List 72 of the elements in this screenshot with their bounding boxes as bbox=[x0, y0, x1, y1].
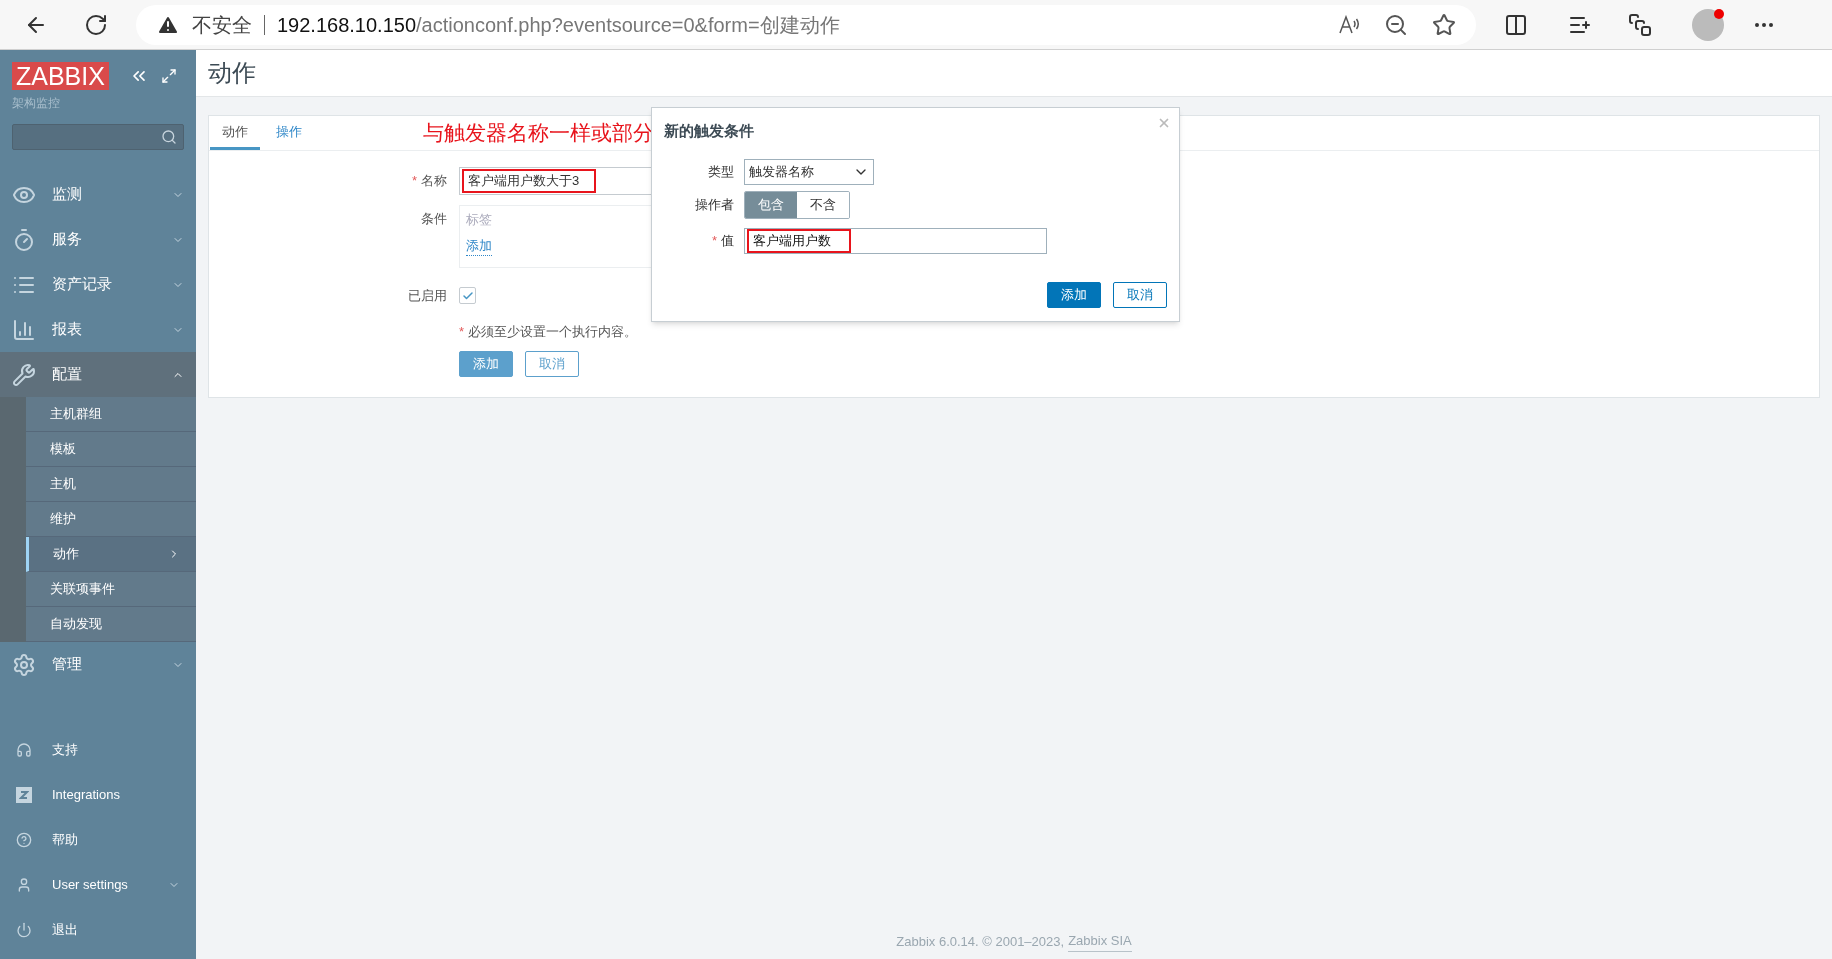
footer-link[interactable]: Zabbix SIA bbox=[1068, 931, 1132, 952]
menu-item[interactable]: User settings bbox=[0, 862, 196, 907]
annotation-text: 与触发器名称一样或部分 bbox=[423, 120, 654, 147]
z-icon bbox=[16, 786, 32, 803]
subtitle: 架构监控 bbox=[11, 95, 61, 112]
headset-icon bbox=[16, 741, 32, 758]
menu-item[interactable]: 监测 bbox=[0, 172, 196, 217]
power-icon bbox=[16, 921, 32, 938]
required-mark: * bbox=[711, 232, 717, 248]
menu-item[interactable]: 管理 bbox=[0, 642, 196, 687]
cancel-button[interactable]: 取消 bbox=[1113, 281, 1167, 308]
reload-icon[interactable] bbox=[84, 12, 108, 37]
dialog-title: 新的触发条件 bbox=[664, 121, 754, 141]
field-label-text: 名称 bbox=[421, 173, 447, 189]
profile-avatar[interactable] bbox=[1692, 8, 1724, 41]
operator-option[interactable]: 包含 bbox=[745, 191, 797, 218]
address-bar[interactable]: 不安全 192.168.10.150/actionconf.php?eventsource=0&form=创建动作 bbox=[136, 4, 1476, 45]
star-add-icon[interactable] bbox=[1432, 12, 1456, 37]
required-mark: * bbox=[459, 323, 465, 339]
search-icon[interactable] bbox=[161, 129, 177, 145]
wrench-icon bbox=[12, 362, 36, 387]
type-dropdown[interactable]: 触发器名称 bbox=[744, 158, 874, 185]
field-label: 已启用 bbox=[407, 287, 448, 305]
menu-item[interactable]: 服务 bbox=[0, 217, 196, 262]
field-label: 条件 bbox=[420, 210, 448, 228]
submenu-item[interactable]: 动作 bbox=[26, 537, 196, 572]
tab[interactable]: 操作 bbox=[264, 116, 314, 150]
add-button[interactable]: 添加 bbox=[459, 351, 513, 377]
logo[interactable]: ZABBIX bbox=[12, 62, 109, 90]
menu-item[interactable]: 支持 bbox=[0, 727, 196, 772]
split-screen-icon[interactable] bbox=[1504, 12, 1528, 37]
question-icon bbox=[16, 831, 32, 848]
submenu-item[interactable]: 关联项事件 bbox=[26, 572, 196, 607]
tab[interactable]: 动作 bbox=[210, 116, 260, 150]
cancel-button[interactable]: 取消 bbox=[525, 351, 579, 377]
menu-item[interactable]: 资产记录 bbox=[0, 262, 196, 307]
value-text: 客户端用户数 bbox=[747, 228, 851, 253]
submenu-item[interactable]: 模板 bbox=[26, 432, 196, 467]
column-header: 标签 bbox=[466, 211, 493, 229]
note-text: 必须至少设置一个执行内容。 bbox=[468, 323, 638, 339]
url-text: 192.168.10.150/actionconf.php?eventsource=0&form=创建动作 bbox=[277, 12, 840, 38]
bar-chart-icon bbox=[12, 317, 36, 342]
search-field[interactable] bbox=[12, 124, 184, 150]
settings-icon bbox=[12, 652, 36, 677]
value-field[interactable]: 客户端用户数 bbox=[744, 227, 1047, 254]
add-link[interactable]: 添加 bbox=[466, 235, 492, 256]
collections-icon[interactable] bbox=[1628, 12, 1652, 37]
menu-item[interactable]: 配置 bbox=[0, 352, 196, 397]
enabled-checkbox[interactable] bbox=[459, 287, 476, 305]
menu-item[interactable]: Integrations bbox=[0, 772, 196, 817]
field-label: 类型 bbox=[707, 162, 735, 181]
stopwatch-icon bbox=[12, 227, 36, 252]
check-icon bbox=[461, 289, 474, 302]
menu-item[interactable]: 帮助 bbox=[0, 817, 196, 862]
menu-item[interactable]: 报表 bbox=[0, 307, 196, 352]
expand-icon[interactable] bbox=[160, 68, 177, 84]
security-warning: 不安全 bbox=[192, 12, 252, 38]
submenu-item[interactable]: 主机 bbox=[26, 467, 196, 502]
field-label: 操作者 bbox=[694, 195, 735, 214]
page-title: 动作 bbox=[208, 58, 256, 88]
submenu-item[interactable]: 主机群组 bbox=[26, 397, 196, 432]
user-icon bbox=[16, 876, 32, 893]
footer-text: Zabbix 6.0.14. © 2001–2023, bbox=[896, 932, 1065, 951]
submenu-item[interactable]: 自动发现 bbox=[26, 607, 196, 642]
required-mark: * bbox=[411, 173, 417, 189]
field-label-text: 值 bbox=[721, 232, 734, 248]
zoom-out-icon[interactable] bbox=[1384, 12, 1408, 37]
add-button[interactable]: 添加 bbox=[1047, 281, 1101, 308]
name-value: 客户端用户数大于3 bbox=[462, 169, 596, 193]
submenu-item[interactable]: 维护 bbox=[26, 502, 196, 537]
menu-item[interactable]: 退出 bbox=[0, 907, 196, 952]
read-aloud-icon[interactable] bbox=[1338, 14, 1360, 35]
